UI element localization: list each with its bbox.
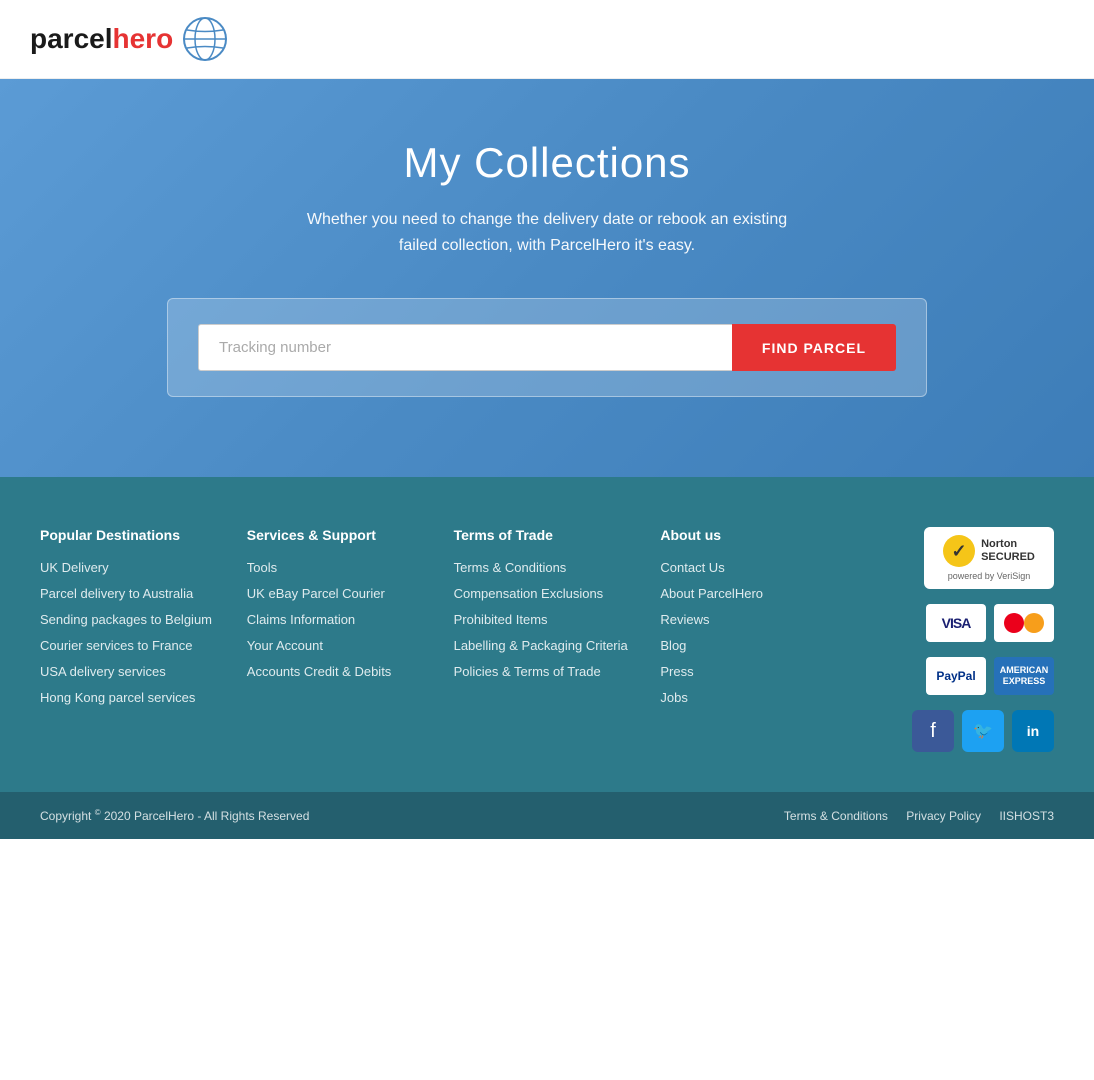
list-item: Sending packages to Belgium: [40, 611, 227, 629]
footer-badges: ✓ Norton SECURED powered by VeriSign VIS…: [867, 527, 1054, 752]
terms-conditions-link[interactable]: Terms & Conditions: [784, 809, 888, 823]
norton-checkmark-icon: ✓: [943, 535, 975, 567]
footer-link[interactable]: About ParcelHero: [660, 586, 763, 601]
logo-text: parcelhero: [30, 23, 173, 55]
list-item: UK eBay Parcel Courier: [247, 585, 434, 603]
facebook-button[interactable]: f: [912, 710, 954, 752]
footer: Popular Destinations UK Delivery Parcel …: [0, 477, 1094, 792]
footer-link[interactable]: Claims Information: [247, 612, 355, 627]
logo[interactable]: parcelhero: [30, 15, 229, 63]
list-item: UK Delivery: [40, 559, 227, 577]
footer-link[interactable]: Labelling & Packaging Criteria: [454, 638, 628, 653]
hero-subtitle: Whether you need to change the delivery …: [287, 207, 807, 258]
footer-col3-title: Terms of Trade: [454, 527, 641, 543]
list-item: Accounts Credit & Debits: [247, 663, 434, 681]
footer-link[interactable]: Blog: [660, 638, 686, 653]
list-item: Hong Kong parcel services: [40, 689, 227, 707]
privacy-policy-link[interactable]: Privacy Policy: [906, 809, 981, 823]
facebook-icon: f: [930, 720, 936, 743]
list-item: Compensation Exclusions: [454, 585, 641, 603]
hero-section: My Collections Whether you need to chang…: [0, 79, 1094, 477]
footer-link[interactable]: Courier services to France: [40, 638, 192, 653]
header: parcelhero: [0, 0, 1094, 79]
list-item: Reviews: [660, 611, 847, 629]
list-item: USA delivery services: [40, 663, 227, 681]
list-item: Parcel delivery to Australia: [40, 585, 227, 603]
list-item: Press: [660, 663, 847, 681]
footer-link[interactable]: Tools: [247, 560, 277, 575]
norton-top: ✓ Norton SECURED: [943, 535, 1035, 567]
list-item: Tools: [247, 559, 434, 577]
mc-right-circle: [1024, 613, 1044, 633]
list-item: Contact Us: [660, 559, 847, 577]
footer-link[interactable]: Reviews: [660, 612, 709, 627]
paypal-card: PayPal: [926, 657, 986, 695]
iishost-link[interactable]: IISHOST3: [999, 809, 1054, 823]
list-item: Claims Information: [247, 611, 434, 629]
list-item: Courier services to France: [40, 637, 227, 655]
norton-verisign-text: powered by VeriSign: [948, 571, 1031, 581]
footer-link[interactable]: Parcel delivery to Australia: [40, 586, 193, 601]
footer-link[interactable]: UK Delivery: [40, 560, 109, 575]
mc-left-circle: [1004, 613, 1024, 633]
footer-popular-destinations: Popular Destinations UK Delivery Parcel …: [40, 527, 227, 752]
hero-title: My Collections: [20, 139, 1074, 187]
tracking-input[interactable]: [198, 324, 732, 371]
list-item: About ParcelHero: [660, 585, 847, 603]
footer-col4-list: Contact Us About ParcelHero Reviews Blog…: [660, 559, 847, 707]
footer-col4-title: About us: [660, 527, 847, 543]
payment-row-2: PayPal AMERICAN EXPRESS: [926, 657, 1054, 695]
norton-badge: ✓ Norton SECURED powered by VeriSign: [924, 527, 1054, 589]
copyright-text: Copyright © 2020 ParcelHero - All Rights…: [40, 808, 309, 823]
twitter-button[interactable]: 🐦: [962, 710, 1004, 752]
footer-link[interactable]: UK eBay Parcel Courier: [247, 586, 385, 601]
footer-link[interactable]: Press: [660, 664, 693, 679]
footer-link[interactable]: Hong Kong parcel services: [40, 690, 195, 705]
footer-services-support: Services & Support Tools UK eBay Parcel …: [247, 527, 434, 752]
logo-hero: hero: [113, 23, 174, 54]
footer-col3-list: Terms & Conditions Compensation Exclusio…: [454, 559, 641, 681]
footer-col2-title: Services & Support: [247, 527, 434, 543]
logo-parcel: parcel: [30, 23, 113, 54]
footer-link[interactable]: Terms & Conditions: [454, 560, 567, 575]
footer-col2-list: Tools UK eBay Parcel Courier Claims Info…: [247, 559, 434, 681]
footer-link[interactable]: Contact Us: [660, 560, 724, 575]
footer-grid: Popular Destinations UK Delivery Parcel …: [40, 527, 1054, 752]
footer-link[interactable]: Jobs: [660, 690, 687, 705]
list-item: Blog: [660, 637, 847, 655]
visa-card: VISA: [926, 604, 986, 642]
list-item: Your Account: [247, 637, 434, 655]
payment-row-1: VISA: [926, 604, 1054, 642]
bottom-bar: Copyright © 2020 ParcelHero - All Rights…: [0, 792, 1094, 839]
linkedin-button[interactable]: in: [1012, 710, 1054, 752]
list-item: Prohibited Items: [454, 611, 641, 629]
linkedin-icon: in: [1027, 723, 1039, 739]
footer-link[interactable]: Prohibited Items: [454, 612, 548, 627]
footer-link[interactable]: Sending packages to Belgium: [40, 612, 212, 627]
twitter-icon: 🐦: [973, 721, 993, 741]
footer-col1-list: UK Delivery Parcel delivery to Australia…: [40, 559, 227, 707]
footer-link[interactable]: Accounts Credit & Debits: [247, 664, 392, 679]
globe-icon: [181, 15, 229, 63]
footer-about-us: About us Contact Us About ParcelHero Rev…: [660, 527, 847, 752]
list-item: Policies & Terms of Trade: [454, 663, 641, 681]
footer-link[interactable]: Policies & Terms of Trade: [454, 664, 601, 679]
mastercard-card: [994, 604, 1054, 642]
footer-link[interactable]: Your Account: [247, 638, 323, 653]
list-item: Labelling & Packaging Criteria: [454, 637, 641, 655]
list-item: Terms & Conditions: [454, 559, 641, 577]
bottom-links: Terms & Conditions Privacy Policy IISHOS…: [769, 809, 1054, 823]
norton-text: Norton SECURED: [981, 538, 1035, 564]
search-box: FIND PARCEL: [167, 298, 927, 397]
find-parcel-button[interactable]: FIND PARCEL: [732, 324, 896, 371]
social-row: f 🐦 in: [912, 710, 1054, 752]
footer-col1-title: Popular Destinations: [40, 527, 227, 543]
footer-terms-of-trade: Terms of Trade Terms & Conditions Compen…: [454, 527, 641, 752]
list-item: Jobs: [660, 689, 847, 707]
amex-card: AMERICAN EXPRESS: [994, 657, 1054, 695]
footer-link[interactable]: Compensation Exclusions: [454, 586, 604, 601]
footer-link[interactable]: USA delivery services: [40, 664, 166, 679]
